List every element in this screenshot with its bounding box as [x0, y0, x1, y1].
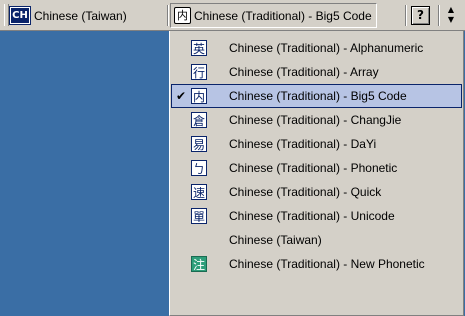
- menu-item-label: Chinese (Taiwan): [229, 233, 322, 247]
- ime-label: Chinese (Traditional) - Big5 Code: [194, 8, 372, 23]
- big5-ime-icon: 内: [174, 7, 191, 24]
- array-icon: 行: [191, 64, 207, 80]
- menu-item-dayi[interactable]: 易 Chinese (Traditional) - DaYi: [171, 132, 462, 156]
- input-language-button[interactable]: CH Chinese (Taiwan): [9, 3, 127, 28]
- toolbar-separator: [405, 5, 407, 26]
- toolbar-separator: [167, 5, 169, 26]
- menu-item-changjie[interactable]: 倉 Chinese (Traditional) - ChangJie: [171, 108, 462, 132]
- menu-item-new-phonetic[interactable]: 注 Chinese (Traditional) - New Phonetic: [171, 252, 462, 276]
- menu-item-array[interactable]: 行 Chinese (Traditional) - Array: [171, 60, 462, 84]
- menu-item-label: Chinese (Traditional) - Phonetic: [229, 161, 398, 175]
- menu-item-alphanumeric[interactable]: 英 Chinese (Traditional) - Alphanumeric: [171, 36, 462, 60]
- phonetic-icon: ㄅ: [191, 160, 207, 176]
- dayi-icon: 易: [191, 136, 207, 152]
- ime-selector-button[interactable]: 内 Chinese (Traditional) - Big5 Code: [170, 3, 377, 28]
- alphanumeric-icon: 英: [191, 40, 207, 56]
- menu-item-label: Chinese (Traditional) - Big5 Code: [229, 89, 407, 103]
- menu-item-label: Chinese (Traditional) - New Phonetic: [229, 257, 425, 271]
- toolbar-separator: [438, 5, 440, 26]
- input-language-label: Chinese (Taiwan): [34, 8, 127, 23]
- options-menu-icon[interactable]: ▲ ▼: [445, 5, 457, 26]
- big5-code-icon: 内: [191, 88, 207, 104]
- menu-item-label: Chinese (Traditional) - DaYi: [229, 137, 377, 151]
- menu-item-unicode[interactable]: 單 Chinese (Traditional) - Unicode: [171, 204, 462, 228]
- quick-icon: 速: [191, 184, 207, 200]
- menu-item-label: Chinese (Traditional) - Array: [229, 65, 379, 79]
- menu-item-chinese-taiwan[interactable]: Chinese (Taiwan): [171, 228, 462, 252]
- menu-item-label: Chinese (Traditional) - Unicode: [229, 209, 395, 223]
- unicode-icon: 單: [191, 208, 207, 224]
- menu-item-big5-code[interactable]: ✔ 内 Chinese (Traditional) - Big5 Code: [171, 84, 462, 108]
- menu-item-phonetic[interactable]: ㄅ Chinese (Traditional) - Phonetic: [171, 156, 462, 180]
- language-badge-icon: CH: [9, 6, 31, 25]
- changjie-icon: 倉: [191, 112, 207, 128]
- menu-item-label: Chinese (Traditional) - Alphanumeric: [229, 41, 424, 55]
- language-bar: CH Chinese (Taiwan) 内 Chinese (Tradition…: [0, 0, 465, 31]
- toolbar-grip[interactable]: [4, 4, 9, 26]
- menu-item-quick[interactable]: 速 Chinese (Traditional) - Quick: [171, 180, 462, 204]
- check-icon: ✔: [175, 89, 187, 103]
- menu-item-label: Chinese (Traditional) - Quick: [229, 185, 382, 199]
- menu-item-label: Chinese (Traditional) - ChangJie: [229, 113, 402, 127]
- help-button[interactable]: ?: [411, 6, 430, 25]
- new-phonetic-icon: 注: [191, 256, 207, 272]
- ime-dropdown-menu: 英 Chinese (Traditional) - Alphanumeric 行 Ch…: [169, 31, 464, 316]
